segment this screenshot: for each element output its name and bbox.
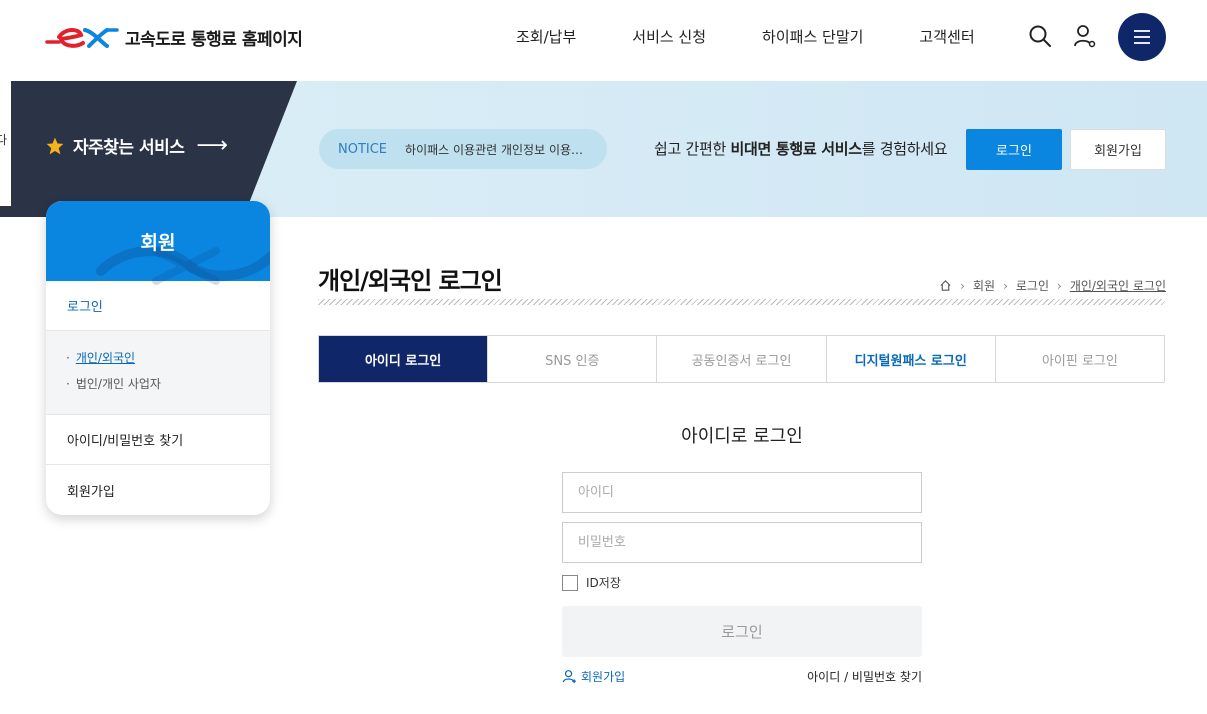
- ex-logo-icon: [45, 28, 119, 48]
- tab-id-login[interactable]: 아이디 로그인: [319, 336, 489, 382]
- breadcrumb-login[interactable]: 로그인: [1016, 277, 1049, 294]
- tab-ipin-login[interactable]: 아이핀 로그인: [996, 336, 1164, 382]
- favorite-services-link[interactable]: 자주찾는 서비스 ⟶: [45, 133, 228, 158]
- chevron-right-icon: ›: [1057, 278, 1062, 293]
- login-button[interactable]: 로그인: [562, 606, 922, 657]
- site-header: 고속도로 통행료 홈페이지 조회/납부 서비스 신청 하이패스 단말기 고객센터: [0, 0, 1207, 81]
- main-nav: 조회/납부 서비스 신청 하이패스 단말기 고객센터: [516, 26, 1031, 47]
- side-sub-item-label: 개인/외국인: [75, 351, 136, 365]
- save-id-checkbox[interactable]: ID저장: [562, 574, 621, 591]
- ex-watermark-icon: [96, 246, 270, 285]
- chevron-right-icon: ›: [960, 278, 965, 293]
- site-logo[interactable]: 고속도로 통행료 홈페이지: [45, 22, 303, 52]
- password-input[interactable]: [562, 522, 922, 563]
- form-title: 아이디로 로그인: [681, 426, 803, 447]
- side-submenu: · 개인/외국인 · 법인/개인 사업자: [46, 331, 270, 415]
- side-menu-header: 회원: [46, 201, 270, 285]
- find-account-link[interactable]: 아이디 / 비밀번호 찾기: [807, 668, 922, 685]
- notice-label: NOTICE: [338, 141, 388, 157]
- side-edge-tab-label: 다: [0, 133, 8, 147]
- tab-sns-auth[interactable]: SNS 인증: [488, 336, 658, 382]
- top-banner: 다 자주찾는 서비스 ⟶ NOTICE 하이패스 이용관련 개인정보 이용내역 …: [0, 81, 1207, 217]
- breadcrumb-current[interactable]: 개인/외국인 로그인: [1070, 277, 1166, 294]
- home-icon[interactable]: [939, 279, 952, 292]
- user-plus-icon: [562, 670, 577, 684]
- top-login-button[interactable]: 로그인: [966, 129, 1062, 170]
- tab-digital-onepass-login[interactable]: 디지털원패스 로그인: [827, 336, 996, 382]
- nav-service-application[interactable]: 서비스 신청: [632, 26, 706, 47]
- join-link-label: 회원가입: [581, 670, 626, 684]
- side-sub-item-label: 법인/개인 사업자: [75, 377, 161, 391]
- arrow-right-icon: ⟶: [196, 133, 228, 158]
- breadcrumb-member[interactable]: 회원: [973, 277, 995, 294]
- breadcrumb: › 회원 › 로그인 › 개인/외국인 로그인: [939, 277, 1166, 294]
- side-edge-tab[interactable]: 다: [0, 81, 12, 207]
- search-icon[interactable]: [1028, 24, 1052, 48]
- user-icon[interactable]: [1073, 24, 1097, 48]
- side-sub-item-corporate[interactable]: · 법인/개인 사업자: [66, 375, 270, 392]
- top-join-button[interactable]: 회원가입: [1070, 129, 1166, 170]
- bullet: ·: [66, 376, 70, 391]
- favorite-services-label: 자주찾는 서비스: [73, 138, 185, 158]
- nav-inquiry-payment[interactable]: 조회/납부: [516, 26, 576, 47]
- side-sub-item-individual[interactable]: · 개인/외국인: [66, 349, 270, 366]
- tab-certificate-login[interactable]: 공동인증서 로그인: [657, 336, 827, 382]
- menu-button[interactable]: [1118, 13, 1166, 61]
- title-divider: [318, 299, 1165, 305]
- page-title: 개인/외국인 로그인: [318, 267, 503, 295]
- site-title: 고속도로 통행료 홈페이지: [125, 29, 303, 50]
- promo-text: 쉽고 간편한 비대면 통행료 서비스를 경험하세요: [654, 138, 948, 159]
- checkbox-box[interactable]: [562, 574, 578, 591]
- promo-prefix: 쉽고 간편한: [654, 140, 731, 158]
- star-icon: [46, 137, 64, 154]
- menu-icon: [1134, 30, 1150, 44]
- promo-bold: 비대면 통행료 서비스: [730, 140, 862, 158]
- nav-customer-center[interactable]: 고객센터: [919, 26, 974, 47]
- notice-pill[interactable]: NOTICE 하이패스 이용관련 개인정보 이용내역 안내: [319, 129, 607, 169]
- side-item-login[interactable]: 로그인: [46, 281, 270, 331]
- id-input[interactable]: [562, 472, 922, 513]
- join-link[interactable]: 회원가입: [562, 668, 625, 685]
- side-menu: 회원 로그인 · 개인/외국인 · 법인/개인 사업자 아이디/비밀번호 찾기 …: [46, 201, 270, 515]
- bullet: ·: [66, 350, 70, 365]
- save-id-label: ID저장: [586, 576, 621, 590]
- login-tabs: 아이디 로그인 SNS 인증 공동인증서 로그인 디지털원패스 로그인 아이핀 …: [318, 335, 1165, 383]
- notice-text: 하이패스 이용관련 개인정보 이용내역 안내: [405, 142, 591, 157]
- nav-hipass-terminal[interactable]: 하이패스 단말기: [762, 26, 863, 47]
- side-item-find-account[interactable]: 아이디/비밀번호 찾기: [46, 415, 270, 465]
- chevron-right-icon: ›: [1003, 278, 1008, 293]
- promo-suffix: 를 경험하세요: [861, 140, 948, 158]
- side-menu-title: 회원: [140, 231, 176, 254]
- side-item-join[interactable]: 회원가입: [46, 465, 270, 515]
